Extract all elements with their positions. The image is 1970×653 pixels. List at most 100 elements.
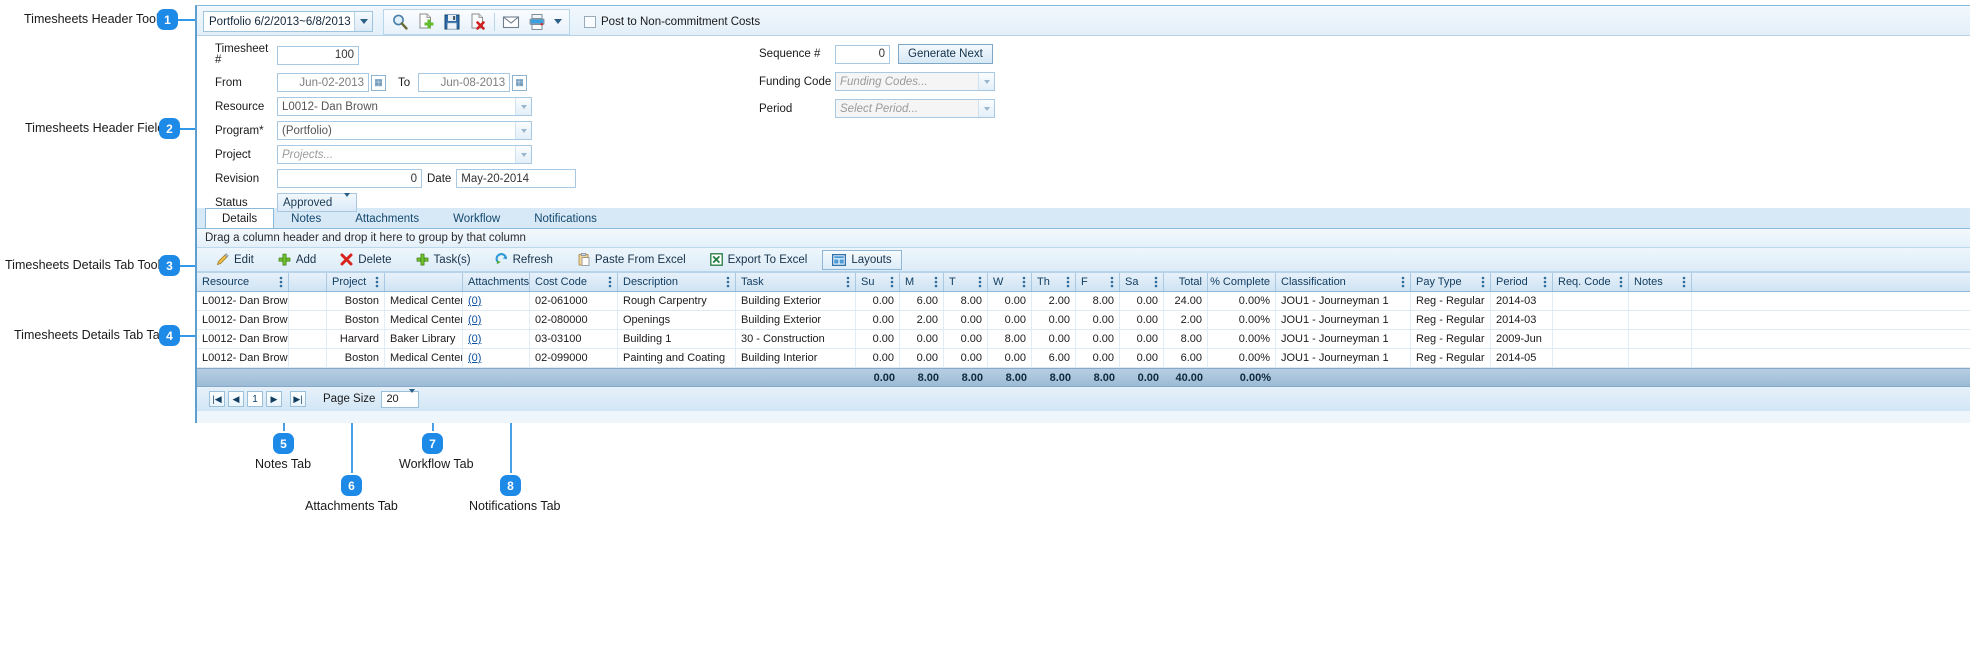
column-menu-icon[interactable] — [1154, 276, 1158, 289]
paste-from-excel-button[interactable]: Paste From Excel — [568, 250, 695, 270]
grid-column-header-w[interactable]: W — [988, 273, 1032, 291]
save-button[interactable] — [439, 10, 465, 34]
column-menu-icon[interactable] — [934, 276, 938, 289]
status-dropdown[interactable]: Approved — [277, 192, 357, 212]
period-combo[interactable]: Portfolio 6/2/2013~6/8/2013 — [203, 11, 373, 32]
period-combo-arrow[interactable] — [354, 12, 372, 31]
new-document-button[interactable] — [413, 10, 439, 34]
from-date-input[interactable]: Jun-02-2013 — [277, 73, 369, 92]
refresh-button[interactable]: Refresh — [486, 250, 562, 270]
page-size-arrow[interactable] — [409, 389, 416, 405]
table-row[interactable]: L0012- Dan Brown Boston Medical Center (0) 0… — [197, 349, 1970, 368]
to-date-input[interactable]: Jun-08-2013 — [418, 73, 511, 92]
resource-dropdown-arrow[interactable] — [515, 98, 531, 115]
page-size-select[interactable]: 20 — [381, 389, 420, 408]
toolbar-overflow-button[interactable] — [550, 10, 566, 34]
date-input[interactable]: May-20-2014 — [456, 169, 577, 188]
grid-column-header-req_code[interactable]: Req. Code — [1553, 273, 1629, 291]
column-menu-icon[interactable] — [375, 276, 379, 289]
table-row[interactable]: L0012- Dan Brown Harvard Baker Library (0) 0… — [197, 330, 1970, 349]
column-menu-icon[interactable] — [279, 276, 283, 289]
program-dropdown-arrow[interactable] — [515, 122, 531, 139]
project-dropdown-arrow[interactable] — [515, 146, 531, 163]
grid-column-header-cost_code[interactable]: Cost Code — [530, 273, 618, 291]
generate-next-button[interactable]: Generate Next — [898, 44, 993, 64]
grid-cell-sa: 0.00 — [1120, 292, 1164, 310]
pager-next-button[interactable]: ▶ — [266, 391, 282, 407]
grid-cell-attachments[interactable]: (0) — [463, 292, 530, 310]
sequence-input[interactable]: 0 — [835, 44, 890, 64]
layouts-button[interactable]: Layouts — [822, 249, 902, 270]
grid-cell-attachments[interactable]: (0) — [463, 349, 530, 367]
grid-cell-attachments[interactable]: (0) — [463, 311, 530, 329]
export-to-excel-button[interactable]: Export To Excel — [701, 250, 817, 270]
grid-column-header-project[interactable]: Project — [327, 273, 385, 291]
column-menu-icon[interactable] — [1022, 276, 1026, 289]
column-menu-icon[interactable] — [726, 276, 730, 289]
grid-column-header-attachments[interactable]: Attachments — [463, 273, 530, 291]
grid-column-header-pct_complete[interactable]: % Complete — [1208, 273, 1276, 291]
grid-column-header-classification[interactable]: Classification — [1276, 273, 1411, 291]
grid-cell-m: 2.00 — [900, 311, 944, 329]
column-menu-icon[interactable] — [1401, 276, 1405, 289]
grid-column-header-total[interactable]: Total — [1164, 273, 1208, 291]
table-row[interactable]: L0012- Dan Brown Boston Medical Center (0) 0… — [197, 311, 1970, 330]
grid-column-header-resource[interactable]: Resource — [197, 273, 289, 291]
task-s-button[interactable]: Task(s) — [407, 250, 480, 270]
grid-column-header-period[interactable]: Period — [1491, 273, 1553, 291]
column-menu-icon[interactable] — [1481, 276, 1485, 289]
column-menu-icon[interactable] — [1543, 276, 1547, 289]
project-dropdown[interactable]: Projects... — [277, 145, 532, 164]
grid-column-header-resource_sp[interactable] — [289, 273, 327, 291]
grid-column-header-task[interactable]: Task — [736, 273, 856, 291]
delete-document-button[interactable] — [465, 10, 491, 34]
grid-column-header-th[interactable]: Th — [1032, 273, 1076, 291]
print-button[interactable] — [524, 10, 550, 34]
status-dropdown-arrow[interactable] — [344, 192, 350, 209]
timesheets-details-tab-toolbar: Edit Add Delete Task(s) Refresh Paste From Ex… — [197, 248, 1970, 272]
pager-last-button[interactable]: ▶| — [290, 391, 306, 407]
funding-code-dropdown[interactable]: Funding Codes... — [835, 72, 995, 91]
column-menu-icon[interactable] — [978, 276, 982, 289]
grid-cell-attachments[interactable]: (0) — [463, 330, 530, 348]
timesheet-number-input[interactable]: 100 — [277, 45, 359, 65]
column-menu-icon[interactable] — [608, 276, 612, 289]
email-button[interactable] — [498, 10, 524, 34]
pager-prev-button[interactable]: ◀ — [228, 391, 244, 407]
grid-column-header-description[interactable]: Description — [618, 273, 736, 291]
pager-first-button[interactable]: |◀ — [209, 391, 225, 407]
timesheets-details-tab-table: Resource Project Attachments Cost Code Descr… — [197, 272, 1970, 387]
grid-column-header-label: Resource — [202, 276, 250, 288]
delete-button[interactable]: Delete — [331, 250, 400, 270]
edit-button[interactable]: Edit — [207, 250, 263, 270]
column-menu-icon[interactable] — [846, 276, 850, 289]
revision-input[interactable]: 0 — [277, 169, 422, 188]
grid-column-header-su[interactable]: Su — [856, 273, 900, 291]
post-to-non-commitment-costs-checkbox[interactable]: Post to Non-commitment Costs — [584, 15, 760, 28]
search-button[interactable] — [387, 10, 413, 34]
program-dropdown[interactable]: (Portfolio) — [277, 121, 532, 140]
pager-page-1-button[interactable]: 1 — [247, 391, 263, 407]
grid-column-header-t[interactable]: T — [944, 273, 988, 291]
grid-column-header-project_sp[interactable] — [385, 273, 463, 291]
column-menu-icon[interactable] — [1066, 276, 1070, 289]
column-menu-icon[interactable] — [1682, 276, 1686, 289]
grid-column-header-f[interactable]: F — [1076, 273, 1120, 291]
table-row[interactable]: L0012- Dan Brown Boston Medical Center (0) 0… — [197, 292, 1970, 311]
add-button[interactable]: Add — [269, 250, 325, 270]
column-menu-icon[interactable] — [890, 276, 894, 289]
grid-column-header-notes[interactable]: Notes — [1629, 273, 1692, 291]
grid-column-header-sa[interactable]: Sa — [1120, 273, 1164, 291]
column-menu-icon[interactable] — [1619, 276, 1623, 289]
calendar-icon[interactable]: ▦ — [512, 74, 528, 91]
funding-code-dropdown-arrow[interactable] — [978, 73, 994, 90]
grid-cell-total: 24.00 — [1164, 292, 1208, 310]
calendar-icon[interactable]: ▦ — [371, 74, 386, 91]
grid-column-header-m[interactable]: M — [900, 273, 944, 291]
period-dropdown[interactable]: Select Period... — [835, 99, 995, 118]
grid-column-header-pay_type[interactable]: Pay Type — [1411, 273, 1491, 291]
period-dropdown-arrow[interactable] — [978, 100, 994, 117]
column-menu-icon[interactable] — [1110, 276, 1114, 289]
resource-dropdown[interactable]: L0012- Dan Brown — [277, 97, 532, 116]
group-by-drop-area[interactable]: Drag a column header and drop it here to… — [197, 229, 1970, 248]
